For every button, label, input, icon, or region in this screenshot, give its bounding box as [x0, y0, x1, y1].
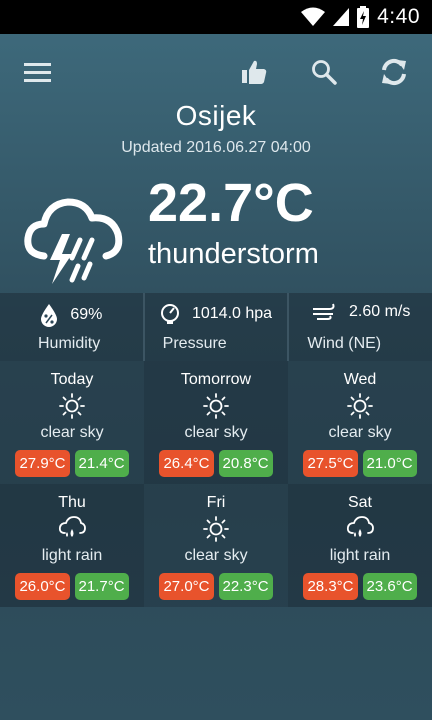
min-temp-badge: 21.7°C	[74, 573, 129, 600]
min-temp-badge: 21.4°C	[74, 450, 129, 477]
day-name: Tomorrow	[180, 371, 252, 388]
forecast-day[interactable]: Fri clear sky 27.0°C 22.3°C	[144, 484, 288, 607]
humidity-icon	[41, 304, 58, 327]
cell-signal-icon	[333, 7, 350, 27]
menu-button[interactable]	[20, 54, 56, 90]
humidity-value: 69%	[70, 306, 103, 323]
day-description: clear sky	[184, 547, 248, 564]
max-temp-badge: 27.0°C	[159, 573, 214, 600]
battery-charging-icon	[357, 6, 370, 28]
city-name: Osijek	[175, 100, 257, 131]
max-temp-badge: 28.3°C	[303, 573, 358, 600]
current-temperature: 22.7°C	[148, 173, 314, 233]
toolbar	[0, 34, 432, 108]
forecast-day[interactable]: Wed clear sky 27.5°C 21.0°C	[288, 361, 432, 484]
max-temp-badge: 26.0°C	[15, 573, 70, 600]
day-description: light rain	[329, 547, 391, 564]
updated-timestamp: Updated 2016.06.27 04:00	[121, 139, 311, 156]
pressure-metric: 1014.0 hpa Pressure	[145, 293, 290, 361]
day-name: Wed	[343, 371, 377, 388]
day-name: Today	[50, 371, 94, 388]
rate-button[interactable]	[236, 54, 272, 90]
current-description: thunderstorm	[148, 238, 319, 270]
sun-icon	[144, 393, 288, 419]
status-time: 4:40	[377, 5, 420, 28]
wind-metric: 2.60 m/s Wind (NE)	[289, 293, 432, 361]
max-temp-badge: 26.4°C	[159, 450, 214, 477]
max-temp-badge: 27.9°C	[15, 450, 70, 477]
refresh-icon	[382, 58, 406, 86]
status-bar: 4:40	[0, 0, 432, 34]
min-temp-badge: 20.8°C	[218, 450, 273, 477]
refresh-button[interactable]	[376, 54, 412, 90]
min-temp-badge: 23.6°C	[362, 573, 417, 600]
thumbs-up-icon	[242, 60, 267, 84]
day-description: light rain	[41, 547, 103, 564]
pressure-value: 1014.0 hpa	[191, 305, 273, 322]
wind-icon	[313, 303, 335, 320]
min-temp-badge: 21.0°C	[362, 450, 417, 477]
wifi-icon	[301, 7, 326, 27]
humidity-label: Humidity	[38, 335, 101, 352]
day-description: clear sky	[40, 424, 104, 441]
max-temp-badge: 27.5°C	[303, 450, 358, 477]
metrics-row: 69% Humidity 1014.0 hpa Pressure 2.60 m/…	[0, 293, 432, 361]
min-temp-badge: 22.3°C	[218, 573, 273, 600]
pressure-gauge-icon	[160, 304, 179, 324]
humidity-metric: 69% Humidity	[0, 293, 145, 361]
hamburger-menu-icon	[24, 63, 51, 82]
forecast-grid: Today clear sky 27.9°C 21.4°C Tomorrow c…	[0, 361, 432, 607]
forecast-day[interactable]: Today clear sky 27.9°C 21.4°C	[0, 361, 144, 484]
day-name: Sat	[347, 494, 372, 511]
forecast-day[interactable]: Tomorrow clear sky 26.4°C 20.8°C	[144, 361, 288, 484]
sun-icon	[288, 393, 432, 419]
day-description: clear sky	[184, 424, 248, 441]
pressure-label: Pressure	[162, 335, 227, 352]
forecast-day[interactable]: Thu light rain 26.0°C 21.7°C	[0, 484, 144, 607]
sun-icon	[144, 516, 288, 542]
rain-cloud-icon	[0, 516, 144, 540]
search-button[interactable]	[306, 54, 342, 90]
rain-cloud-icon	[288, 516, 432, 540]
search-icon	[312, 60, 337, 85]
forecast-day[interactable]: Sat light rain 28.3°C 23.6°C	[288, 484, 432, 607]
day-name: Fri	[206, 494, 226, 511]
wind-value: 2.60 m/s	[349, 303, 411, 320]
day-description: clear sky	[328, 424, 392, 441]
thunderstorm-cloud-icon	[22, 190, 126, 290]
wind-label: Wind (NE)	[307, 335, 382, 352]
sun-icon	[0, 393, 144, 419]
day-name: Thu	[58, 494, 86, 511]
